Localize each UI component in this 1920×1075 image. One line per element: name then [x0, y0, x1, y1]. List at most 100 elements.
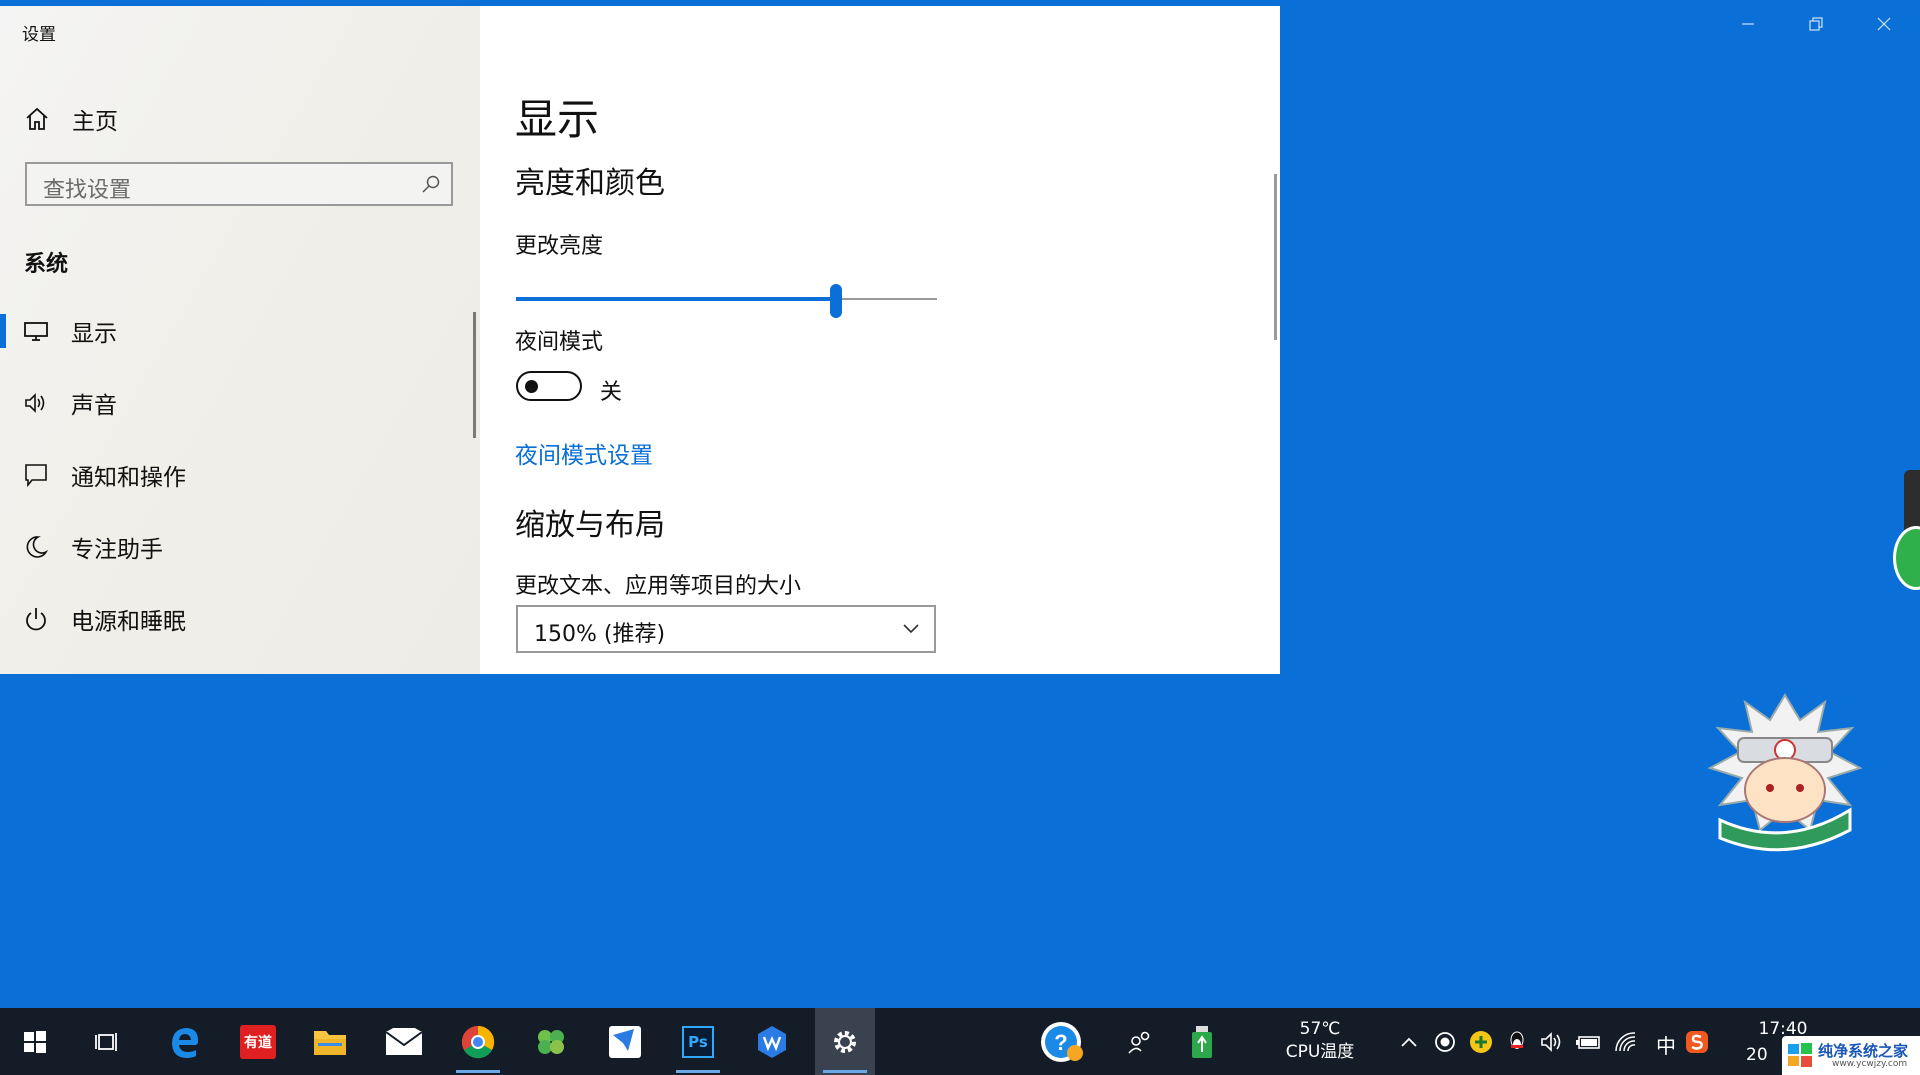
- record-icon: [1435, 1031, 1455, 1052]
- task-view-button[interactable]: [78, 1008, 138, 1075]
- night-mode-toggle[interactable]: [516, 371, 582, 401]
- chevron-up-icon: [1401, 1037, 1417, 1047]
- sidebar-item-focus-assist[interactable]: 专注助手: [0, 516, 470, 576]
- settings-window: 设置 主页 查找设置 系统 显示 声音 通知和操作 专注助手 电源和睡眠 显示 …: [0, 6, 1280, 674]
- close-icon: [1877, 17, 1891, 31]
- tray-plus[interactable]: [1464, 1008, 1498, 1075]
- minimize-icon: [1742, 23, 1754, 25]
- show-hidden-icons-button[interactable]: [1392, 1008, 1426, 1075]
- settings-icon: [834, 1030, 856, 1053]
- battery-icon: [1576, 1035, 1600, 1049]
- settings-sidebar: 设置 主页 查找设置 系统 显示 声音 通知和操作 专注助手 电源和睡眠: [0, 6, 480, 674]
- sidebar-item-notifications[interactable]: 通知和操作: [0, 444, 470, 504]
- file-explorer-icon: [314, 1030, 346, 1055]
- usb-drive-icon: [1192, 1025, 1212, 1058]
- scale-label: 更改文本、应用等项目的大小: [515, 574, 802, 599]
- taskbar-chrome[interactable]: [448, 1008, 508, 1075]
- sidebar-item-power-sleep[interactable]: 电源和睡眠: [0, 588, 470, 648]
- scale-section-title: 缩放与布局: [515, 508, 665, 543]
- taskbar-feishu[interactable]: [595, 1008, 655, 1075]
- usb-device-button[interactable]: [1172, 1008, 1232, 1075]
- taskbar-mail[interactable]: [374, 1008, 434, 1075]
- taskbar-settings[interactable]: [815, 1008, 875, 1075]
- sidebar-item-label: 声音: [71, 393, 117, 419]
- start-button[interactable]: [5, 1008, 65, 1075]
- night-mode-settings-link[interactable]: 夜间模式设置: [515, 436, 653, 470]
- tray-volume[interactable]: [1536, 1008, 1570, 1075]
- minimize-button[interactable]: [1718, 6, 1778, 42]
- sogou-input-icon: [1686, 1030, 1708, 1053]
- brightness-section-title: 亮度和颜色: [515, 166, 665, 201]
- taskbar-edge[interactable]: [155, 1008, 215, 1075]
- svg-text:?: ?: [1054, 1030, 1067, 1055]
- start-icon: [24, 1030, 46, 1053]
- tray-record[interactable]: [1428, 1008, 1462, 1075]
- sidebar-home[interactable]: 主页: [24, 102, 118, 136]
- feishu-icon: [609, 1025, 641, 1058]
- youdao-icon: 有道: [240, 1024, 276, 1059]
- active-indicator: [0, 314, 6, 348]
- taskbar-file-explorer[interactable]: [300, 1008, 360, 1075]
- home-icon: [26, 107, 48, 130]
- ime-indicator[interactable]: 中: [1656, 1030, 1676, 1059]
- taskbar-clover[interactable]: [521, 1008, 581, 1075]
- floating-ball[interactable]: [1893, 526, 1920, 590]
- monitor-icon: [24, 322, 48, 341]
- tray-qq[interactable]: [1500, 1008, 1534, 1075]
- section-title: 系统: [24, 252, 69, 277]
- volume-icon: [1541, 1031, 1561, 1052]
- sidebar-item-label: 电源和睡眠: [71, 609, 186, 635]
- chrome-icon: [461, 1025, 495, 1058]
- sidebar-item-label: 专注助手: [71, 537, 163, 563]
- restore-button[interactable]: [1786, 6, 1846, 42]
- edge-icon: [172, 1027, 199, 1058]
- slider-thumb[interactable]: [830, 284, 842, 318]
- help-button[interactable]: ?: [1032, 1008, 1092, 1075]
- slider-fill: [516, 297, 836, 301]
- taskbar-youdao[interactable]: 有道: [228, 1008, 288, 1075]
- brightness-label: 更改亮度: [515, 234, 604, 259]
- speaker-icon: [25, 393, 45, 413]
- wifi-icon: [1615, 1031, 1636, 1051]
- chevron-down-icon: [903, 624, 919, 634]
- search-placeholder: 查找设置: [43, 178, 132, 203]
- search-input[interactable]: 查找设置: [25, 162, 453, 206]
- search-icon[interactable]: [421, 174, 441, 194]
- people-button[interactable]: [1110, 1008, 1170, 1075]
- cpu-temperature-widget[interactable]: 57℃ CPU温度: [1265, 1018, 1375, 1064]
- close-button[interactable]: [1854, 6, 1914, 42]
- sidebar-item-sound[interactable]: 声音: [0, 372, 470, 432]
- task-view-icon: [95, 1032, 117, 1051]
- sidebar-home-label: 主页: [72, 109, 118, 135]
- night-mode-state: 关: [600, 380, 623, 405]
- sidebar-item-label: 显示: [71, 321, 117, 347]
- sidebar-scrollbar[interactable]: [473, 312, 476, 438]
- qq-penguin-icon: [1510, 1031, 1524, 1049]
- plus-circle-icon: [1470, 1030, 1492, 1053]
- content-scrollbar[interactable]: [1274, 174, 1277, 340]
- tray-network[interactable]: [1608, 1008, 1642, 1075]
- power-icon: [26, 608, 46, 631]
- window-title: 设置: [22, 25, 56, 45]
- scale-dropdown[interactable]: 150% (推荐): [516, 605, 936, 653]
- scale-dropdown-value: 150% (推荐): [534, 622, 666, 647]
- watermark-url: www.ycwjzy.com: [1832, 1059, 1908, 1069]
- brightness-slider[interactable]: [516, 284, 937, 318]
- notification-icon: [25, 464, 47, 488]
- windows-logo-icon: [1788, 1043, 1812, 1067]
- tray-sogou[interactable]: [1680, 1008, 1714, 1075]
- tray-battery[interactable]: [1572, 1008, 1606, 1075]
- taskbar: 有道 Ps ? 57℃ CPU温度 中 17:40 20: [0, 1008, 1920, 1075]
- restore-icon: [1809, 17, 1823, 31]
- toggle-knob: [525, 380, 538, 393]
- photoshop-icon: Ps: [682, 1025, 714, 1058]
- sidebar-item-display[interactable]: 显示: [0, 300, 470, 360]
- people-icon: [1128, 1031, 1150, 1054]
- help-icon: ?: [1041, 1021, 1083, 1062]
- night-mode-label: 夜间模式: [515, 330, 604, 355]
- taskbar-wps[interactable]: [742, 1008, 802, 1075]
- mail-icon: [385, 1027, 423, 1055]
- youdao-icon-text: 有道: [244, 1034, 272, 1051]
- mascot-sticker-image[interactable]: [1700, 690, 1870, 860]
- taskbar-photoshop[interactable]: Ps: [668, 1008, 728, 1075]
